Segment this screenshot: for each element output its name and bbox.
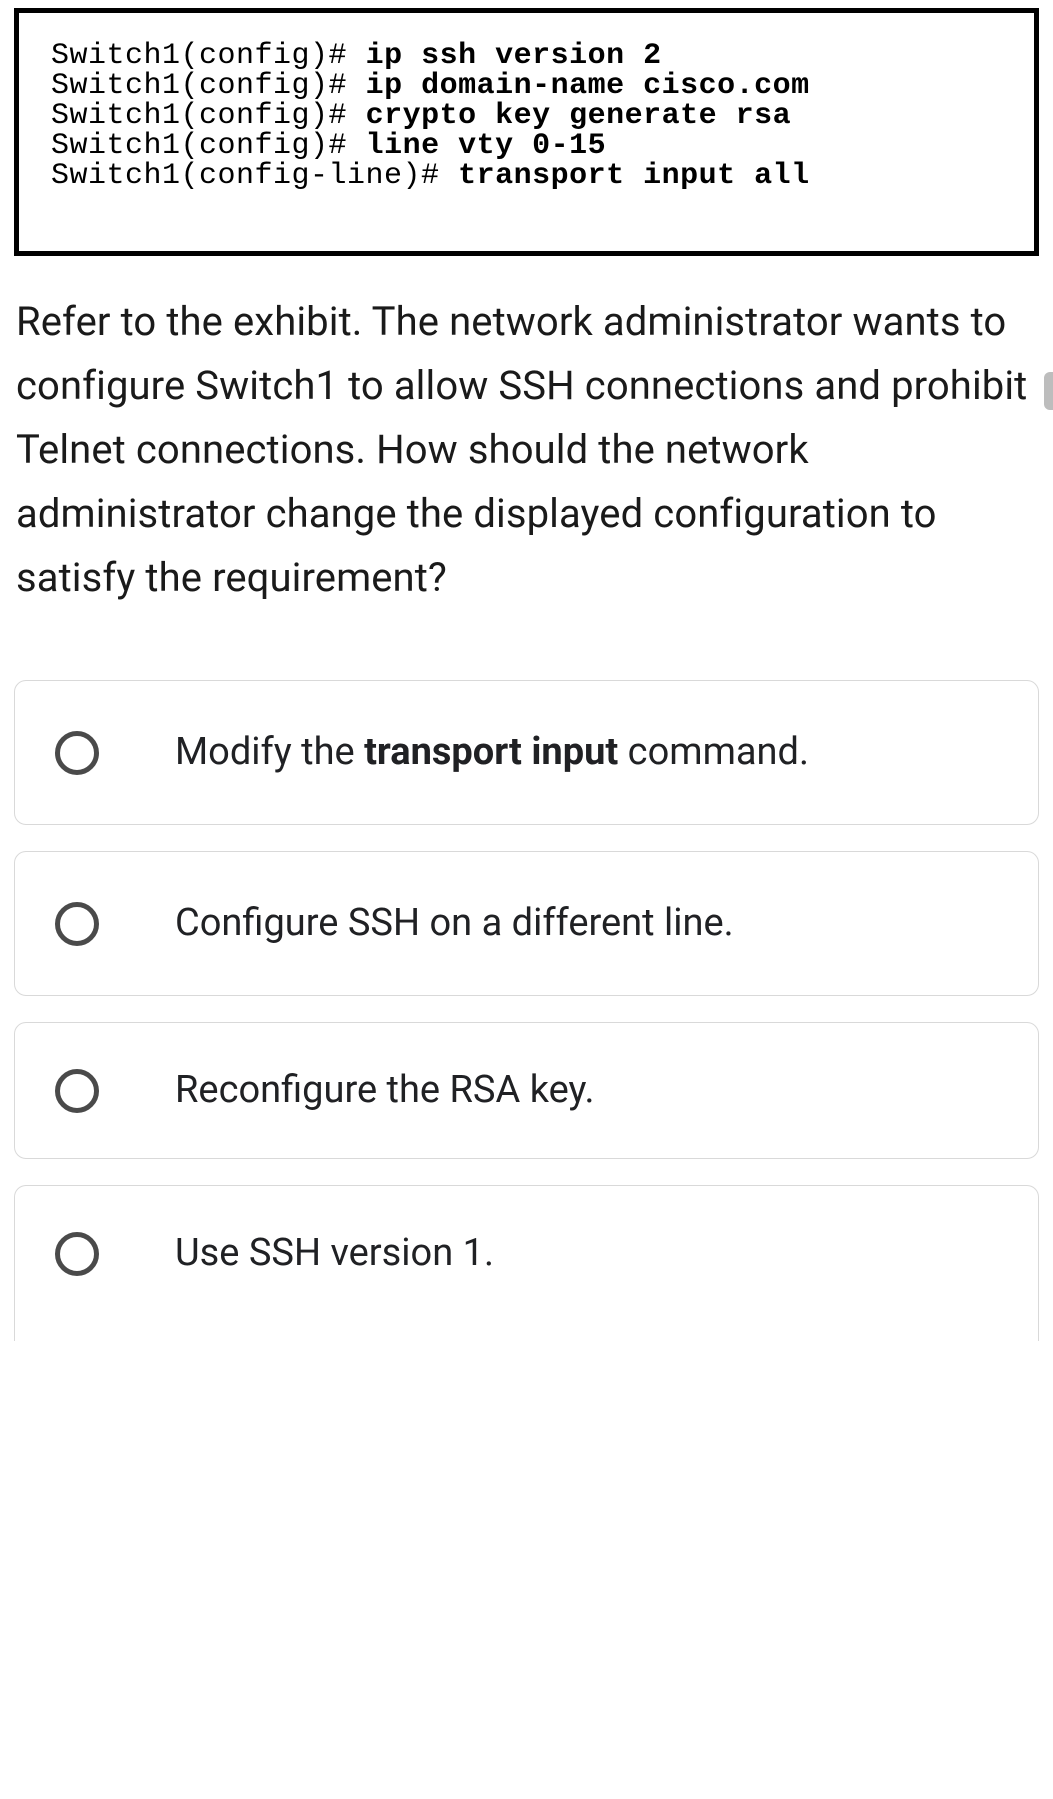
radio-icon[interactable] (55, 1069, 99, 1113)
cli-line: Switch1(config)# line vty 0-15 (51, 131, 1002, 161)
question-text: Refer to the exhibit. The network admini… (0, 256, 1053, 610)
option-a[interactable]: Modify the transport input command. (14, 680, 1039, 825)
cli-command: ip domain-name cisco.com (366, 69, 810, 103)
cli-prompt: Switch1(config)# (51, 69, 366, 103)
radio-icon[interactable] (55, 1232, 99, 1276)
cli-prompt: Switch1(config)# (51, 129, 366, 163)
cli-line: Switch1(config)# ip ssh version 2 (51, 41, 1002, 71)
option-b[interactable]: Configure SSH on a different line. (14, 851, 1039, 996)
cli-command: line vty 0-15 (366, 129, 607, 163)
cli-line: Switch1(config)# crypto key generate rsa (51, 101, 1002, 131)
cli-command: ip ssh version 2 (366, 39, 662, 73)
cli-command: crypto key generate rsa (366, 99, 792, 133)
cli-prompt: Switch1(config)# (51, 99, 366, 133)
cli-prompt: Switch1(config)# (51, 39, 366, 73)
option-label: Use SSH version 1. (175, 1226, 494, 1281)
options-list: Modify the transport input command. Conf… (0, 610, 1053, 1341)
cli-line: Switch1(config)# ip domain-name cisco.co… (51, 71, 1002, 101)
radio-icon[interactable] (55, 731, 99, 775)
radio-icon[interactable] (55, 902, 99, 946)
cli-prompt: Switch1(config-line)# (51, 159, 458, 193)
cli-line: Switch1(config-line)# transport input al… (51, 161, 1002, 191)
option-label: Reconfigure the RSA key. (175, 1063, 595, 1118)
option-c[interactable]: Reconfigure the RSA key. (14, 1022, 1039, 1159)
cli-command: transport input all (458, 159, 810, 193)
exhibit-box: Switch1(config)# ip ssh version 2 Switch… (14, 8, 1039, 256)
scroll-indicator (1044, 372, 1053, 410)
option-d[interactable]: Use SSH version 1. (14, 1185, 1039, 1341)
option-label: Configure SSH on a different line. (175, 896, 734, 951)
option-label: Modify the transport input command. (175, 725, 809, 780)
